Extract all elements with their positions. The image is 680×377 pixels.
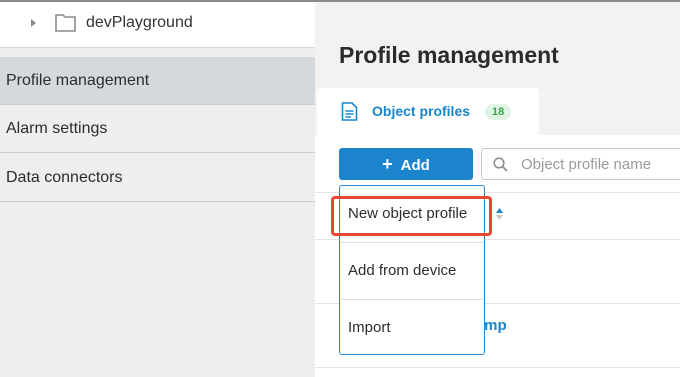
tab-object-profiles[interactable]: Object profiles 18 (317, 88, 539, 136)
menu-item-label: Add from device (348, 262, 457, 279)
search-placeholder: Object profile name (521, 156, 652, 173)
sort-icon[interactable] (495, 207, 504, 221)
document-icon (341, 102, 358, 121)
folder-icon (55, 14, 76, 32)
menu-item-import[interactable]: Import (340, 300, 484, 356)
add-button-label: Add (400, 157, 430, 174)
add-button[interactable]: + Add (339, 148, 473, 180)
menu-item-label: Import (348, 319, 391, 336)
table-divider (315, 367, 680, 368)
sidebar-item-data-connectors[interactable]: Data connectors (0, 154, 315, 202)
count-badge: 18 (485, 104, 512, 120)
sidebar-item-alarm-settings[interactable]: Alarm settings (0, 105, 315, 153)
menu-item-add-from-device[interactable]: Add from device (340, 243, 484, 299)
plus-icon: + (382, 154, 393, 174)
tree-item-label: devPlayground (86, 14, 193, 31)
sidebar: devPlayground Profile management Alarm s… (0, 2, 315, 377)
sidebar-item-label: Data connectors (6, 169, 123, 186)
expand-arrow-icon[interactable] (31, 19, 36, 27)
search-input[interactable]: Object profile name (481, 148, 680, 180)
sidebar-item-label: Alarm settings (6, 120, 108, 137)
highlight-box (331, 196, 492, 236)
search-icon (493, 157, 508, 172)
tree-item-devplayground[interactable]: devPlayground (0, 2, 315, 48)
page-title: Profile management (339, 42, 559, 68)
sidebar-item-profile-management[interactable]: Profile management (0, 57, 315, 105)
sidebar-item-label: Profile management (6, 72, 150, 89)
tab-label: Object profiles (372, 103, 471, 119)
